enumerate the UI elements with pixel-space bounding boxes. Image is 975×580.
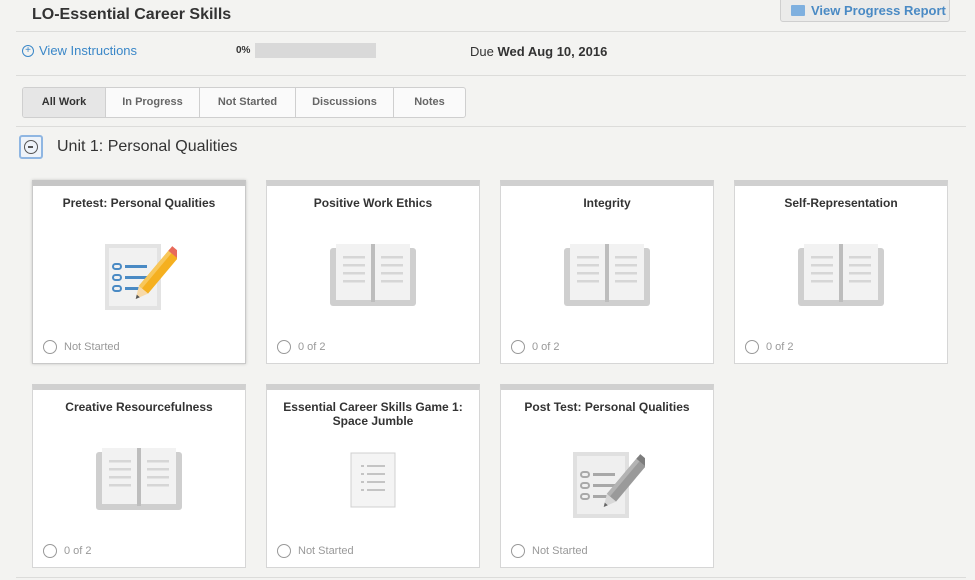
report-icon: [791, 5, 805, 16]
instructions-label: View Instructions: [39, 43, 138, 58]
page-title: LO-Essential Career Skills: [32, 6, 232, 23]
activity-card-creative-resourcefulness[interactable]: Creative Resourcefulness 0 of 2: [32, 384, 246, 568]
status-text: 0 of 2: [532, 341, 560, 353]
book-icon: [330, 244, 416, 313]
card-title: Essential Career Skills Game 1: Space Ju…: [283, 400, 463, 428]
card-title: Post Test: Personal Qualities: [524, 400, 690, 414]
status-text: Not Started: [64, 341, 120, 353]
activity-card-post-test[interactable]: Post Test: Personal Qualities Not Starte…: [500, 384, 714, 568]
activity-card-self-representation[interactable]: Self-Representation 0 of 2: [734, 180, 948, 364]
tab-in-progress[interactable]: In Progress: [106, 88, 200, 117]
activity-card-space-jumble[interactable]: Essential Career Skills Game 1: Space Ju…: [266, 384, 480, 568]
card-title: Integrity: [583, 196, 631, 210]
activity-card-positive-work-ethics[interactable]: Positive Work Ethics 0 of 2: [266, 180, 480, 364]
divider: [16, 31, 966, 32]
tab-notes[interactable]: Notes: [394, 88, 465, 117]
progress-bar: [255, 43, 376, 58]
unit-title: Unit 1: Personal Qualities: [57, 138, 238, 155]
card-title: Creative Resourcefulness: [65, 400, 213, 414]
status-circle-icon: [43, 544, 57, 558]
status-circle-icon: [277, 340, 291, 354]
status-circle-icon: [511, 340, 525, 354]
activity-card-integrity[interactable]: Integrity 0 of 2: [500, 180, 714, 364]
book-icon: [564, 244, 650, 313]
due-date: Due Wed Aug 10, 2016: [470, 44, 607, 59]
minus-circle-icon: [24, 140, 38, 154]
card-status: Not Started: [43, 340, 120, 354]
pretest-icon: [101, 242, 182, 317]
card-status: 0 of 2: [277, 340, 326, 354]
status-text: Not Started: [298, 545, 354, 557]
card-status: Not Started: [277, 544, 354, 558]
status-circle-icon: [511, 544, 525, 558]
due-date-value: Wed Aug 10, 2016: [497, 44, 608, 59]
document-icon: [350, 452, 396, 513]
status-circle-icon: [43, 340, 57, 354]
card-status: 0 of 2: [43, 544, 92, 558]
card-title: Positive Work Ethics: [313, 196, 433, 210]
card-title: Self-Representation: [784, 196, 898, 210]
status-text: 0 of 2: [766, 341, 794, 353]
due-prefix: Due: [470, 44, 494, 59]
collapse-unit-button[interactable]: [19, 135, 43, 159]
tab-all-work[interactable]: All Work: [23, 88, 106, 117]
posttest-icon: [569, 450, 650, 525]
card-title: Pretest: Personal Qualities: [62, 196, 216, 210]
book-icon: [96, 448, 182, 517]
book-icon: [798, 244, 884, 313]
divider: [16, 126, 966, 127]
card-status: Not Started: [511, 544, 588, 558]
divider: [16, 75, 966, 76]
tab-discussions[interactable]: Discussions: [296, 88, 394, 117]
card-status: 0 of 2: [745, 340, 794, 354]
tab-not-started[interactable]: Not Started: [200, 88, 296, 117]
filter-tabs: All Work In Progress Not Started Discuss…: [22, 87, 466, 118]
view-progress-report-button[interactable]: View Progress Report: [780, 0, 950, 22]
divider: [16, 577, 966, 578]
status-text: 0 of 2: [298, 341, 326, 353]
progress-percent: 0%: [236, 45, 251, 56]
view-instructions-link[interactable]: + View Instructions: [22, 43, 137, 58]
status-circle-icon: [745, 340, 759, 354]
progress-report-label: View Progress Report: [811, 3, 946, 18]
activity-card-pretest[interactable]: Pretest: Personal Qualities Not Started: [32, 180, 246, 364]
status-circle-icon: [277, 544, 291, 558]
plus-circle-icon: +: [22, 44, 34, 57]
status-text: Not Started: [532, 545, 588, 557]
card-status: 0 of 2: [511, 340, 560, 354]
status-text: 0 of 2: [64, 545, 92, 557]
